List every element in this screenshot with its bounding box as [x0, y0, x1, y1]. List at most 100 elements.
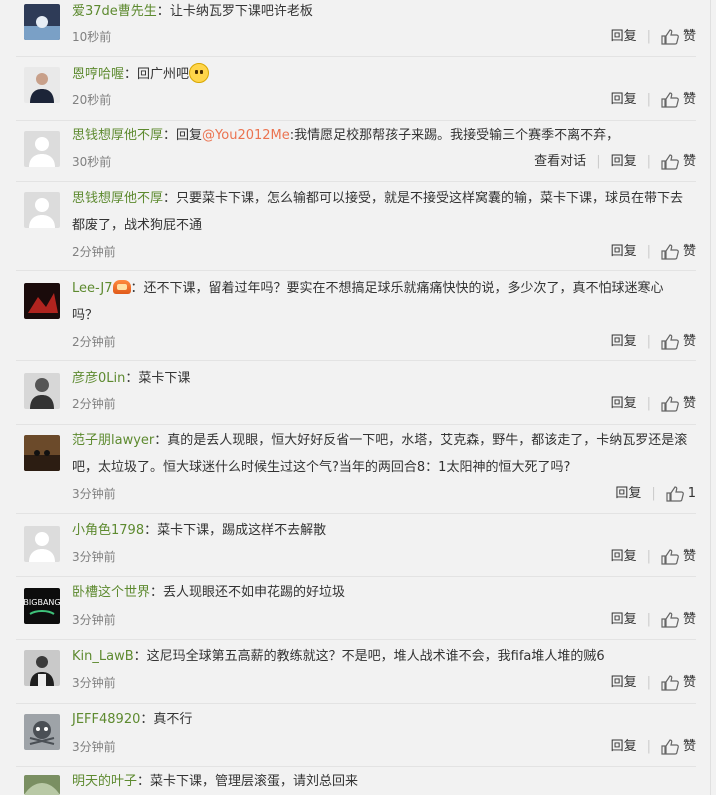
avatar[interactable] — [24, 650, 60, 686]
like-label: 赞 — [682, 549, 696, 564]
reply-button[interactable]: 回复 — [611, 333, 637, 351]
like-label: 赞 — [682, 92, 696, 107]
avatar[interactable] — [24, 4, 60, 40]
like-button[interactable]: 赞 — [661, 395, 696, 413]
comment-text: 菜卡下课，管理层滚蛋，请刘总回来 — [150, 774, 359, 789]
comment-item: 爱37de曹先生：让卡纳瓦罗下课吧许老板 10秒前 回复 | 赞 — [16, 0, 696, 57]
like-label: 赞 — [682, 29, 696, 44]
comment-item: Kin_LawB：这尼玛全球第五高薪的教练就这？不是吧，堆人战术谁不会，我fif… — [16, 640, 696, 704]
reply-button[interactable]: 回复 — [611, 243, 637, 261]
like-button[interactable]: 赞 — [661, 611, 696, 629]
username[interactable]: Kin_LawB — [72, 649, 134, 664]
reply-button[interactable]: 回复 — [611, 548, 637, 566]
like-label: 赞 — [682, 675, 696, 690]
like-count: 1 — [687, 486, 696, 501]
timestamp: 30秒前 — [72, 155, 112, 169]
timestamp: 2分钟前 — [72, 245, 116, 259]
like-button[interactable]: 赞 — [661, 91, 696, 109]
username[interactable]: 范子朋lawyer — [72, 433, 154, 448]
timestamp: 3分钟前 — [72, 613, 116, 627]
avatar[interactable] — [24, 67, 60, 103]
like-button[interactable]: 1 — [666, 485, 696, 503]
comment-item: 小角色1798：菜卡下课，踢成这样不去解散 3分钟前 回复 | 赞 — [16, 514, 696, 577]
reply-button[interactable]: 回复 — [611, 153, 637, 171]
comment-text: 这尼玛全球第五高薪的教练就这？不是吧，堆人战术谁不会，我fifa堆人堆的贼6 — [146, 649, 605, 664]
avatar[interactable]: BIGBANG — [24, 588, 60, 624]
thumbs-up-icon — [661, 334, 679, 350]
comment-text: 真不行 — [153, 712, 193, 727]
like-button[interactable]: 赞 — [661, 548, 696, 566]
avatar[interactable] — [24, 775, 60, 795]
username[interactable]: 思钱想厚他不厚 — [72, 128, 163, 143]
timestamp: 2分钟前 — [72, 335, 116, 349]
comment-text: 丢人现眼还不如申花踢的好垃圾 — [163, 585, 346, 600]
avatar[interactable] — [24, 192, 60, 228]
avatar[interactable] — [24, 373, 60, 409]
avatar[interactable] — [24, 131, 60, 167]
like-label: 赞 — [682, 612, 696, 627]
like-button[interactable]: 赞 — [661, 738, 696, 756]
like-button[interactable]: 赞 — [661, 28, 696, 46]
timestamp: 2分钟前 — [72, 397, 116, 411]
username[interactable]: 明天的叶子 — [72, 774, 137, 789]
comment-text: 回广州吧 — [137, 67, 190, 82]
comment-item: 思钱想厚他不厚：只要菜卡下课，怎么输都可以接受，就是不接受这样窝囊的输，菜卡下课… — [16, 182, 696, 271]
comment-text: 让卡纳瓦罗下课吧许老板 — [169, 4, 313, 19]
timestamp: 10秒前 — [72, 30, 112, 44]
avatar[interactable] — [24, 714, 60, 750]
username[interactable]: Lee-J7 — [72, 281, 113, 296]
comment-item: Lee-J7 ：还不下课，留着过年吗？要实在不想搞足球乐就痛痛快快的说，多少次了，… — [16, 271, 696, 361]
thumbs-up-icon — [666, 486, 684, 502]
like-label: 赞 — [682, 396, 696, 411]
timestamp: 3分钟前 — [72, 550, 116, 564]
reply-button[interactable]: 回复 — [611, 674, 637, 692]
thumbs-up-icon — [661, 549, 679, 565]
thumbs-up-icon — [661, 154, 679, 170]
thumbs-up-icon — [661, 739, 679, 755]
reply-button[interactable]: 回复 — [611, 91, 637, 109]
reply-button[interactable]: 回复 — [611, 395, 637, 413]
smile-emoji-icon — [189, 63, 210, 83]
comment-item: 明天的叶子：菜卡下课，管理层滚蛋，请刘总回来 — [16, 767, 696, 795]
reply-button[interactable]: 回复 — [611, 738, 637, 756]
thumbs-up-icon — [661, 244, 679, 260]
avatar[interactable] — [24, 283, 60, 319]
mention-link[interactable]: @You2012Me — [202, 128, 290, 143]
username[interactable]: 恩哼哈喔 — [72, 67, 124, 82]
comment-text: 我情愿足校那帮孩子来踢。我接受输三个赛季不离不弃， — [294, 128, 620, 143]
svg-text:BIGBANG: BIGBANG — [24, 598, 60, 607]
username[interactable]: JEFF48920 — [72, 712, 140, 727]
like-label: 赞 — [682, 244, 696, 259]
avatar[interactable] — [24, 526, 60, 562]
like-button[interactable]: 赞 — [661, 243, 696, 261]
comment-item: JEFF48920：真不行 3分钟前 回复 | 赞 — [16, 704, 696, 767]
thumbs-up-icon — [661, 675, 679, 691]
reply-prefix: 回复 — [176, 128, 203, 143]
reply-button[interactable]: 回复 — [611, 611, 637, 629]
view-conversation-button[interactable]: 查看对话 — [534, 153, 586, 171]
comment-text: 菜卡下课，踢成这样不去解散 — [157, 523, 327, 538]
reply-button[interactable]: 回复 — [611, 28, 637, 46]
username[interactable]: 卧槽这个世界 — [72, 585, 150, 600]
comment-text: 菜卡下课 — [138, 371, 191, 386]
username[interactable]: 彦彦0Lin — [72, 371, 125, 386]
timestamp: 3分钟前 — [72, 676, 116, 690]
comment-item: 思钱想厚他不厚：回复@You2012Me:我情愿足校那帮孩子来踢。我接受输三个赛… — [16, 121, 696, 182]
vip-badge-icon — [112, 280, 131, 294]
like-label: 赞 — [682, 334, 696, 349]
like-button[interactable]: 赞 — [661, 674, 696, 692]
comment-text: 还不下课，留着过年吗？要实在不想搞足球乐就痛痛快快的说，多少次了，真不怕球迷寒心… — [72, 281, 664, 323]
thumbs-up-icon — [661, 396, 679, 412]
like-label: 赞 — [682, 154, 696, 169]
timestamp: 3分钟前 — [72, 487, 116, 501]
like-label: 赞 — [682, 739, 696, 754]
username[interactable]: 爱37de曹先生 — [72, 4, 157, 19]
avatar[interactable] — [24, 435, 60, 471]
thumbs-up-icon — [661, 92, 679, 108]
like-button[interactable]: 赞 — [661, 333, 696, 351]
reply-button[interactable]: 回复 — [615, 485, 641, 503]
username[interactable]: 思钱想厚他不厚 — [72, 191, 163, 206]
username[interactable]: 小角色1798 — [72, 523, 144, 538]
like-button[interactable]: 赞 — [661, 153, 696, 171]
comment-item: 恩哼哈喔：回广州吧 20秒前 回复 | 赞 — [16, 57, 696, 121]
